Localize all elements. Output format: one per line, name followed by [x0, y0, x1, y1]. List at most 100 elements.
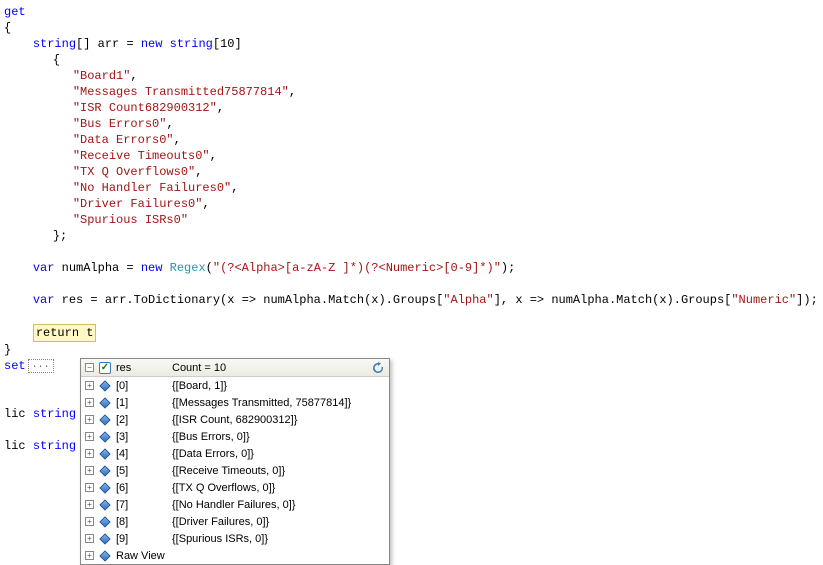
code-line: }	[0, 342, 823, 358]
datatip-row[interactable]: + [1]{[Messages Transmitted, 75877814]}	[81, 394, 389, 411]
datatip-row[interactable]: +[3]{[Bus Errors, 0]}	[81, 428, 389, 445]
string-literal: "Spurious ISRs0"	[73, 213, 188, 227]
collapse-ellipsis-icon[interactable]: ...	[28, 359, 54, 373]
item-value: {[Receive Timeouts, 0]}	[172, 465, 385, 477]
text: };	[53, 229, 67, 243]
field-icon	[98, 379, 112, 393]
variable-icon: ✓	[98, 361, 112, 375]
code-line: {	[0, 52, 823, 68]
code-line: return t	[0, 324, 823, 342]
comma: ,	[202, 197, 209, 211]
expand-icon[interactable]: +	[85, 534, 94, 543]
comma: ,	[166, 117, 173, 131]
datatip-raw-view[interactable]: + Raw View	[81, 547, 389, 564]
item-value: {[Bus Errors, 0]}	[172, 431, 385, 443]
string-literal: "No Handler Failures0"	[73, 181, 231, 195]
datatip-row[interactable]: +[8]{[Driver Failures, 0]}	[81, 513, 389, 530]
text: res = arr.ToDictionary(x => numAlpha.Mat…	[54, 293, 443, 307]
item-value: {[Messages Transmitted, 75877814]}	[172, 397, 385, 409]
code-line: string[] arr = new string[10]	[0, 36, 823, 52]
blank-line	[0, 308, 823, 324]
keyword-new: new	[141, 37, 163, 51]
code-line: "ISR Count682900312",	[0, 100, 823, 116]
code-line: "TX Q Overflows0",	[0, 164, 823, 180]
field-icon	[98, 498, 112, 512]
keyword-string: string	[33, 407, 76, 421]
string-literal: "ISR Count682900312"	[73, 101, 217, 115]
string-literal: "Numeric"	[731, 293, 796, 307]
field-icon	[98, 532, 112, 546]
blank-line	[0, 276, 823, 292]
string-literal: "Receive Timeouts0"	[73, 149, 210, 163]
refresh-icon[interactable]	[371, 361, 385, 375]
string-literal: "TX Q Overflows0"	[73, 165, 195, 179]
field-icon	[98, 413, 112, 427]
expand-icon[interactable]: +	[85, 415, 94, 424]
comma: ,	[130, 69, 137, 83]
string-literal: "Messages Transmitted75877814"	[73, 85, 289, 99]
string-literal: "Data Errors0"	[73, 133, 174, 147]
field-icon	[98, 396, 112, 410]
datatip-row[interactable]: +[9]{[Spurious ISRs, 0]}	[81, 530, 389, 547]
text: numAlpha =	[54, 261, 140, 275]
item-value: {[TX Q Overflows, 0]}	[172, 482, 385, 494]
expand-icon[interactable]: +	[85, 551, 94, 560]
string-literal: "(?<Alpha>[a-zA-Z ]*)(?<Numeric>[0-9]*)"	[213, 261, 501, 275]
brace: }	[4, 343, 11, 357]
field-icon	[98, 464, 112, 478]
expand-icon[interactable]: +	[85, 517, 94, 526]
code-line: var numAlpha = new Regex("(?<Alpha>[a-zA…	[0, 260, 823, 276]
text: [10]	[213, 37, 242, 51]
expand-icon[interactable]: +	[85, 432, 94, 441]
item-key: [0]	[116, 380, 172, 392]
keyword-set: set	[4, 359, 26, 373]
code-line: "Board1",	[0, 68, 823, 84]
item-key: [9]	[116, 533, 172, 545]
expand-icon[interactable]: +	[85, 483, 94, 492]
code-line: {	[0, 20, 823, 36]
item-value: {[Driver Failures, 0]}	[172, 516, 385, 528]
code-line: "Spurious ISRs0"	[0, 212, 823, 228]
expand-icon[interactable]: +	[85, 449, 94, 458]
keyword-string: string	[33, 439, 76, 453]
expand-icon[interactable]: +	[85, 466, 94, 475]
keyword-string: string	[170, 37, 213, 51]
collapse-icon[interactable]: −	[85, 363, 94, 372]
datatip-header[interactable]: − ✓ res Count = 10	[81, 359, 389, 377]
brace: {	[53, 53, 60, 67]
keyword-var: var	[33, 293, 55, 307]
item-key: [6]	[116, 482, 172, 494]
datatip-row[interactable]: +[4]{[Data Errors, 0]}	[81, 445, 389, 462]
datatip-row[interactable]: + [5]{[Receive Timeouts, 0]}	[81, 462, 389, 479]
brace: {	[4, 21, 11, 35]
var-value: Count = 10	[172, 362, 367, 374]
code-line: "Driver Failures0",	[0, 196, 823, 212]
datatip-row[interactable]: + [6]{[TX Q Overflows, 0]}	[81, 479, 389, 496]
code-line: get	[0, 4, 823, 20]
item-key: [1]	[116, 397, 172, 409]
comma: ,	[217, 101, 224, 115]
comma: ,	[174, 133, 181, 147]
type-regex: Regex	[170, 261, 206, 275]
expand-icon[interactable]: +	[85, 381, 94, 390]
item-value: {[No Handler Failures, 0]}	[172, 499, 385, 511]
text: [] arr =	[76, 37, 141, 51]
expand-icon[interactable]: +	[85, 500, 94, 509]
expand-icon[interactable]: +	[85, 398, 94, 407]
datatip-row[interactable]: +[2]{[ISR Count, 682900312]}	[81, 411, 389, 428]
text: lic	[4, 407, 33, 421]
code-line: };	[0, 228, 823, 244]
datatip-row[interactable]: +[7]{[No Handler Failures, 0]}	[81, 496, 389, 513]
item-value: {[ISR Count, 682900312]}	[172, 414, 385, 426]
keyword-var: var	[33, 261, 55, 275]
field-icon	[98, 481, 112, 495]
item-value: {[Board, 1]}	[172, 380, 385, 392]
field-icon	[98, 430, 112, 444]
highlighted-text[interactable]: return t	[33, 324, 97, 342]
keyword-get: get	[4, 5, 26, 19]
item-key: [5]	[116, 465, 172, 477]
datatip-row[interactable]: + [0]{[Board, 1]}	[81, 377, 389, 394]
comma: ,	[210, 149, 217, 163]
debugger-datatip[interactable]: − ✓ res Count = 10 +[0]{[Board, 1]}+[1]{…	[80, 358, 390, 565]
string-literal: "Board1"	[73, 69, 131, 83]
